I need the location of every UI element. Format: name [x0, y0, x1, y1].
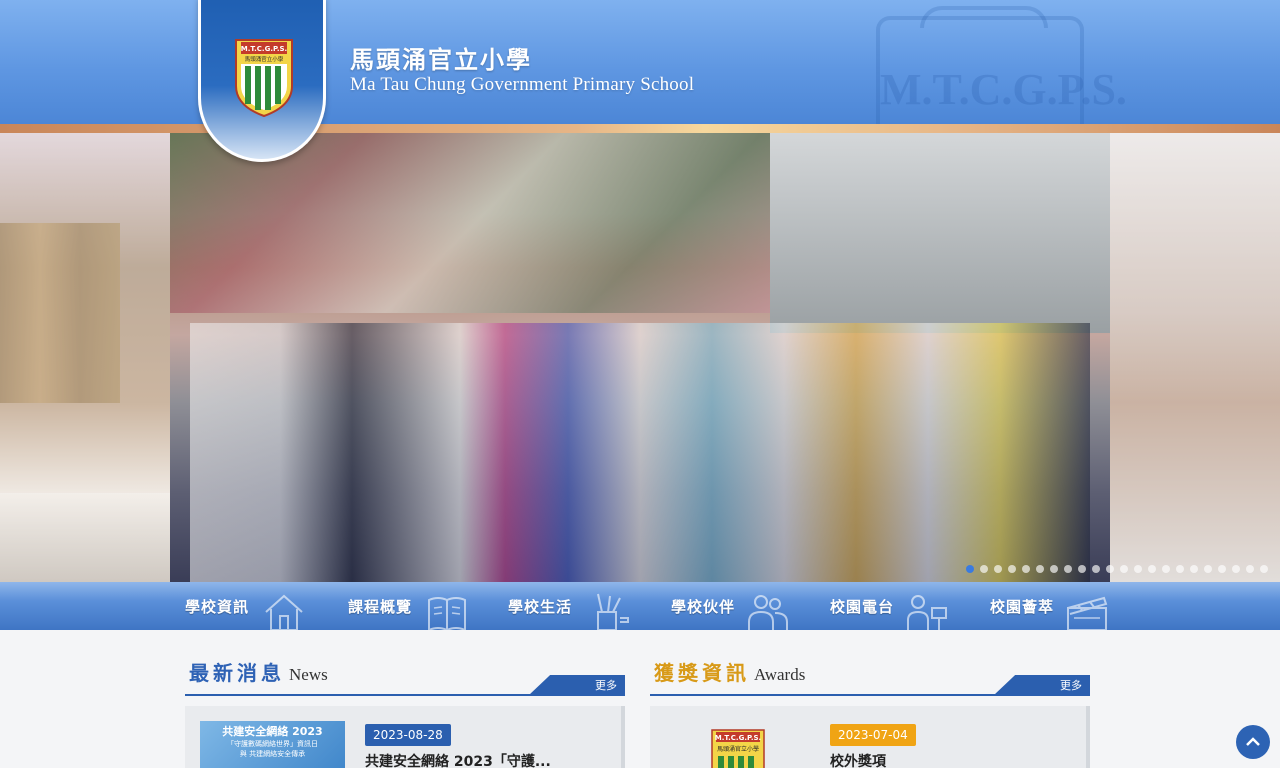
open-book-icon: [428, 597, 466, 630]
awards-title-zh: 獲獎資訊: [654, 661, 750, 685]
slider-pagination: [966, 565, 1268, 573]
news-item-title[interactable]: 共建安全網絡 2023「守護...: [365, 751, 551, 768]
thumb-subtitle: 「守護數碼網絡世界」資訊日: [227, 740, 318, 748]
slider-dot[interactable]: [1232, 565, 1240, 573]
news-section-title: 最新消息 News: [189, 657, 328, 687]
nav-label: 校園電台: [830, 598, 895, 616]
slider-dot[interactable]: [1260, 565, 1268, 573]
news-title-en: News: [289, 665, 328, 684]
logo-name-zh: 馬頭涌官立小學: [245, 55, 284, 63]
news-more-label: 更多: [595, 679, 617, 692]
news-card[interactable]: 共建安全網絡 2023 「守護數碼網絡世界」資訊日 與 共建網絡安全傳承 202…: [185, 706, 625, 768]
slider-dot[interactable]: [980, 565, 988, 573]
house-icon: [265, 594, 303, 630]
main-navigation: 學校資訊 課程概覽 學校生活 學校伙伴 校園電台 校園薈萃: [0, 582, 1280, 630]
slider-dot[interactable]: [1162, 565, 1170, 573]
header-gold-stripe: [0, 124, 1280, 133]
slider-dot[interactable]: [1246, 565, 1254, 573]
slider-dot[interactable]: [1022, 565, 1030, 573]
shield-logo-icon: M.T.C.G.P.S. 馬頭涌官立小學: [235, 39, 293, 118]
award-logo-icon[interactable]: M.T.C.G.P.S. 馬頭涌官立小學: [708, 728, 768, 768]
nav-label: 校園薈萃: [990, 598, 1055, 616]
chevron-up-icon: [1246, 737, 1260, 746]
slider-dot[interactable]: [1092, 565, 1100, 573]
slider-dot[interactable]: [1218, 565, 1226, 573]
watermark-crest: M.T.C.G.P.S.: [876, 6, 1127, 124]
pencil-cup-icon: [597, 593, 629, 630]
site-header: M.T.C.G.P.S. 馬頭涌官立小學 Ma Tau Chung Govern…: [0, 0, 1280, 124]
nav-label: 學校伙伴: [671, 598, 736, 616]
watermark-text: M.T.C.G.P.S.: [880, 65, 1127, 114]
photo-slider[interactable]: [0, 133, 1280, 582]
slider-dot[interactable]: [1078, 565, 1086, 573]
news-more-button[interactable]: 更多: [529, 675, 625, 695]
slide-current-photo[interactable]: [170, 133, 1110, 582]
people-icon: [748, 595, 788, 630]
award-logo-abbr: M.T.C.G.P.S.: [715, 734, 761, 742]
presenter-icon: [907, 595, 947, 630]
news-thumbnail[interactable]: 共建安全網絡 2023 「守護數碼網絡世界」資訊日 與 共建網絡安全傳承: [200, 721, 345, 768]
slider-dot[interactable]: [994, 565, 1002, 573]
award-item-title[interactable]: 校外獎項: [830, 751, 886, 768]
nav-item-school-info[interactable]: 學校資訊: [185, 582, 345, 630]
school-name-chinese[interactable]: 馬頭涌官立小學: [350, 40, 532, 75]
awards-more-label: 更多: [1060, 679, 1082, 692]
nav-label: 學校生活: [508, 598, 573, 616]
slider-dot[interactable]: [1106, 565, 1114, 573]
slider-dot[interactable]: [1064, 565, 1072, 573]
slider-dot[interactable]: [1036, 565, 1044, 573]
nav-item-campus-radio[interactable]: 校園電台: [830, 582, 990, 630]
slider-dot[interactable]: [1176, 565, 1184, 573]
school-logo[interactable]: M.T.C.G.P.S. 馬頭涌官立小學: [198, 0, 326, 162]
slider-dot[interactable]: [1148, 565, 1156, 573]
awards-more-button[interactable]: 更多: [994, 675, 1090, 695]
slider-dot[interactable]: [1204, 565, 1212, 573]
news-title-zh: 最新消息: [189, 661, 285, 685]
nav-item-partners[interactable]: 學校伙伴: [671, 582, 831, 630]
slide-preview-next[interactable]: [1110, 133, 1280, 582]
logo-abbr: M.T.C.G.P.S.: [241, 45, 287, 53]
clapperboard-icon: [1067, 596, 1108, 630]
slider-dot[interactable]: [1050, 565, 1058, 573]
award-logo-name-zh: 馬頭涌官立小學: [717, 745, 759, 753]
slide-preview-previous[interactable]: [0, 133, 170, 582]
slider-dot[interactable]: [1008, 565, 1016, 573]
thumb-caption: 與 共建網絡安全傳承: [239, 750, 306, 758]
school-name-english[interactable]: Ma Tau Chung Government Primary School: [350, 74, 694, 96]
back-to-top-button[interactable]: [1236, 725, 1270, 759]
content-area: 最新消息 News 更多 共建安全網絡 2023 「守護數碼網絡世界」資訊日 與…: [0, 630, 1280, 768]
nav-label: 課程概覽: [348, 598, 413, 616]
nav-item-school-life[interactable]: 學校生活: [508, 582, 668, 630]
slider-dot[interactable]: [1120, 565, 1128, 573]
nav-label: 學校資訊: [185, 598, 250, 616]
nav-item-campus-highlights[interactable]: 校園薈萃: [990, 582, 1150, 630]
news-date-badge: 2023-08-28: [365, 724, 451, 746]
awards-title-en: Awards: [754, 665, 806, 684]
slider-dot[interactable]: [1190, 565, 1198, 573]
awards-divider: [650, 694, 1090, 696]
nav-item-curriculum[interactable]: 課程概覽: [348, 582, 508, 630]
thumb-title: 共建安全網絡 2023: [222, 725, 323, 738]
news-divider: [185, 694, 625, 696]
slider-dot[interactable]: [966, 565, 974, 573]
award-card[interactable]: M.T.C.G.P.S. 馬頭涌官立小學 2023-07-04 校外獎項: [650, 706, 1090, 768]
award-date-badge: 2023-07-04: [830, 724, 916, 746]
awards-section-title: 獲獎資訊 Awards: [654, 657, 805, 687]
slider-dot[interactable]: [1134, 565, 1142, 573]
